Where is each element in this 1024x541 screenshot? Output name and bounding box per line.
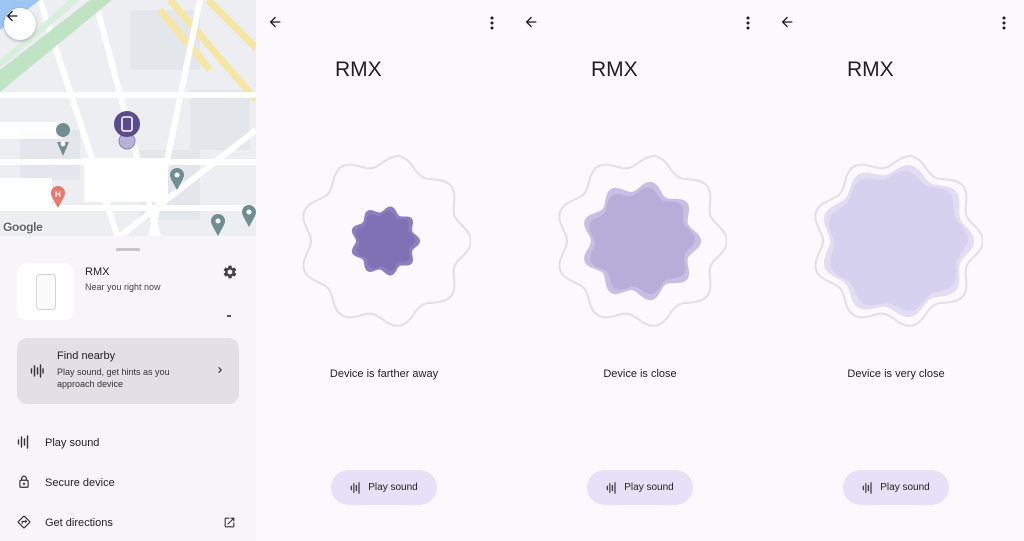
proximity-screen-very-close: RMX Device is very close Play sound bbox=[768, 0, 1024, 541]
map-attribution: Google bbox=[3, 220, 43, 234]
play-sound-label: Play sound bbox=[45, 437, 100, 449]
proximity-status: Device is very close bbox=[847, 368, 945, 380]
find-nearby-description: Play sound, get hints as you approach de… bbox=[57, 367, 170, 389]
more-vert-icon[interactable] bbox=[1002, 16, 1006, 30]
device-thumbnail bbox=[17, 263, 74, 320]
play-sound-label: Play sound bbox=[624, 482, 674, 493]
device-title: RMX bbox=[335, 58, 382, 81]
map-view[interactable]: H Google bbox=[0, 0, 256, 244]
secure-device-label: Secure device bbox=[45, 477, 115, 489]
proximity-indicator bbox=[814, 155, 983, 327]
play-sound-button[interactable]: Play sound bbox=[587, 470, 693, 505]
arrow-back-icon bbox=[6, 10, 18, 22]
sound-wave-icon bbox=[30, 364, 44, 378]
svg-text:H: H bbox=[55, 190, 61, 199]
proximity-status: Device is close bbox=[603, 368, 677, 380]
device-title: RMX bbox=[847, 58, 894, 81]
divider-mark bbox=[227, 315, 231, 317]
play-sound-button[interactable]: Play sound bbox=[843, 470, 949, 505]
device-status: Near you right now bbox=[85, 282, 161, 292]
back-button[interactable] bbox=[4, 8, 36, 40]
lock-icon bbox=[19, 475, 29, 488]
device-name: RMX bbox=[85, 266, 110, 278]
play-sound-label: Play sound bbox=[368, 482, 418, 493]
sound-wave-icon bbox=[350, 481, 360, 494]
play-sound-label: Play sound bbox=[880, 482, 930, 493]
gear-icon[interactable] bbox=[222, 264, 238, 280]
map-graphic: H bbox=[0, 0, 256, 244]
chevron-right-icon bbox=[218, 367, 222, 373]
device-title: RMX bbox=[591, 58, 638, 81]
sound-wave-icon bbox=[17, 435, 29, 449]
arrow-back-icon[interactable] bbox=[779, 14, 795, 30]
find-nearby-title: Find nearby bbox=[57, 350, 116, 362]
proximity-indicator bbox=[558, 155, 727, 327]
find-nearby-card[interactable]: Find nearby Play sound, get hints as you… bbox=[17, 338, 239, 404]
get-directions-label: Get directions bbox=[45, 517, 113, 529]
directions-icon bbox=[17, 515, 31, 529]
drag-handle[interactable] bbox=[116, 248, 140, 251]
play-sound-button[interactable]: Play sound bbox=[331, 470, 437, 505]
get-directions-action[interactable]: Get directions bbox=[17, 513, 242, 533]
sound-wave-icon bbox=[862, 481, 872, 494]
secure-device-action[interactable]: Secure device bbox=[17, 473, 242, 493]
bottom-sheet: RMX Near you right now Find nearby Play … bbox=[0, 240, 256, 541]
proximity-screen-close: RMX Device is close Play sound bbox=[512, 0, 768, 541]
arrow-back-icon[interactable] bbox=[267, 14, 283, 30]
more-vert-icon[interactable] bbox=[746, 16, 750, 30]
open-external-icon[interactable] bbox=[223, 516, 236, 529]
phone-image bbox=[35, 273, 56, 310]
find-device-screen: H Google RMX Near you right now Find nea… bbox=[0, 0, 256, 541]
proximity-indicator bbox=[302, 155, 471, 327]
play-sound-action[interactable]: Play sound bbox=[17, 433, 242, 453]
arrow-back-icon[interactable] bbox=[523, 14, 539, 30]
sound-wave-icon bbox=[606, 481, 616, 494]
proximity-status: Device is farther away bbox=[329, 368, 439, 380]
more-vert-icon[interactable] bbox=[490, 16, 494, 30]
proximity-screen-far: RMX Device is farther away Play sound bbox=[256, 0, 512, 541]
